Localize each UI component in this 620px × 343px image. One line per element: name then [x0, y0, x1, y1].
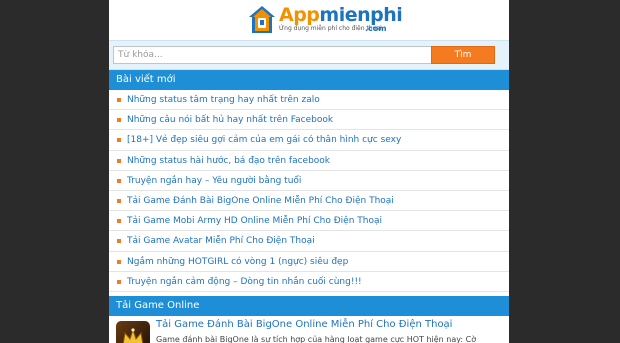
crown-icon	[122, 328, 144, 343]
post-link[interactable]: Tải Game Avatar Miễn Phí Cho Điện Thoại	[127, 236, 315, 246]
search-bar: Tìm	[109, 40, 509, 70]
page: Appmienphi Ứng dụng miễn phí cho điện th…	[109, 0, 509, 343]
bullet-icon	[117, 158, 121, 163]
list-item: Những status tâm trạng hay nhất trên zal…	[109, 90, 509, 111]
bullet-icon	[117, 98, 121, 102]
online-games-heading: Tải Game Online	[109, 295, 509, 316]
logo-word-mienphi: mienphi	[319, 4, 403, 26]
site-logo[interactable]: Appmienphi Ứng dụng miễn phí cho điện th…	[247, 4, 403, 38]
list-item: Tải Game Đánh Bài BigOne Online Miễn Phí…	[109, 191, 509, 212]
post-link[interactable]: Truyện ngắn hay – Yêu người bằng tuổi	[127, 176, 301, 186]
featured-game[interactable]: Tải Game Đánh Bài BigOne Online Miễn Phí…	[109, 315, 509, 343]
list-item: Tải Game Avatar Miễn Phí Cho Điện Thoại	[109, 231, 509, 252]
bullet-icon	[117, 118, 121, 123]
post-link[interactable]: [18+] Vẻ đẹp siêu gợi cảm của em gái có …	[127, 135, 401, 145]
search-input[interactable]	[113, 46, 433, 64]
logo-word-app: App	[279, 4, 320, 26]
house-logo-icon	[249, 6, 275, 33]
bullet-icon	[117, 219, 121, 224]
bullet-icon	[117, 279, 121, 284]
post-link[interactable]: Tải Game Đánh Bài BigOne Online Miễn Phí…	[127, 196, 394, 206]
game-title-link[interactable]: Tải Game Đánh Bài BigOne Online Miễn Phí…	[156, 319, 452, 330]
post-link[interactable]: Ngắm những HOTGIRL có vòng 1 (ngực) siêu…	[127, 257, 348, 267]
list-item: Những câu nói bất hủ hay nhất trên Faceb…	[109, 110, 509, 131]
list-item: Tải Game Mobi Army HD Online Miễn Phí Ch…	[109, 211, 509, 232]
recent-posts-heading: Bài viết mới	[109, 70, 509, 90]
search-button[interactable]: Tìm	[431, 46, 495, 64]
bullet-icon	[117, 178, 121, 183]
post-link[interactable]: Những status tâm trạng hay nhất trên zal…	[127, 95, 320, 105]
game-thumbnail[interactable]	[116, 320, 150, 343]
bullet-icon	[117, 239, 121, 244]
list-item: Truyện ngắn hay – Yêu người bằng tuổi	[109, 171, 509, 191]
logo-domain: .com	[365, 24, 387, 33]
header: Appmienphi Ứng dụng miễn phí cho điện th…	[109, 0, 509, 40]
bullet-icon	[117, 138, 121, 143]
list-item: Truyện ngắn cảm động – Dòng tin nhắn cuố…	[109, 272, 509, 292]
list-item: [18+] Vẻ đẹp siêu gợi cảm của em gái có …	[109, 130, 509, 151]
bullet-icon	[117, 259, 121, 264]
list-item: Những status hài hước, bá đạo trên faceb…	[109, 151, 509, 171]
recent-posts-list: Những status tâm trạng hay nhất trên zal…	[109, 90, 509, 292]
game-description: Game đánh bài BigOne là sự tích hợp của …	[156, 334, 477, 343]
list-item: Ngắm những HOTGIRL có vòng 1 (ngực) siêu…	[109, 252, 509, 272]
post-link[interactable]: Những câu nói bất hủ hay nhất trên Faceb…	[127, 115, 333, 125]
post-link[interactable]: Tải Game Mobi Army HD Online Miễn Phí Ch…	[127, 216, 382, 226]
post-link[interactable]: Những status hài hước, bá đạo trên faceb…	[127, 156, 330, 166]
logo-wordmark: Appmienphi	[279, 4, 403, 26]
post-link[interactable]: Truyện ngắn cảm động – Dòng tin nhắn cuố…	[127, 277, 362, 287]
bullet-icon	[117, 198, 121, 203]
